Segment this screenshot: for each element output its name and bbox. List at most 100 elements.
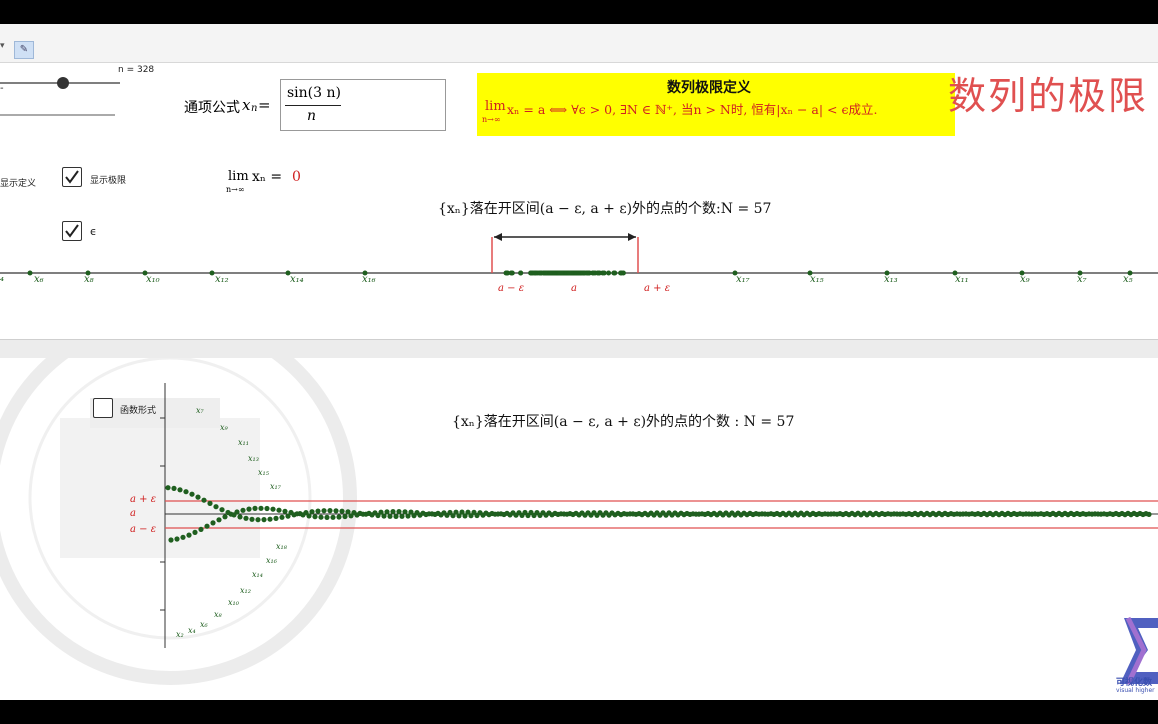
sequence-point (396, 509, 402, 515)
sequence-point (339, 508, 345, 514)
sequence-point (336, 514, 342, 520)
fraction-bar (285, 105, 341, 106)
definition-body: xₙ = a ⟺ ∀ϵ > 0, ∃N ∈ ℕ⁺, 当n > N时, 恒有|xₙ… (507, 102, 878, 117)
number-line-label: x₁₇ (736, 274, 750, 285)
sequence-point (306, 513, 312, 519)
number-line-label: x₇ (1077, 274, 1087, 285)
toolbar: ▾ ✎ (0, 24, 1158, 63)
sequence-point (168, 537, 174, 543)
sequence-point (261, 517, 267, 523)
sequence-plot[interactable] (0, 358, 1158, 700)
graph-point-label: x₈ (214, 610, 222, 619)
number-line-point (509, 270, 515, 276)
sequence-point (195, 494, 201, 500)
graph-point-label: x₁₅ (258, 468, 269, 477)
sequence-point (1146, 511, 1152, 517)
sequence-point (201, 497, 207, 503)
graph-a-plus-label: a + ε (130, 494, 157, 505)
number-line-label: x₁₁ (955, 274, 969, 285)
nl-a-label: a (571, 283, 577, 294)
sequence-point (342, 513, 348, 520)
sequence-point (177, 487, 183, 493)
sequence-point (189, 491, 195, 497)
sequence-point (204, 523, 210, 529)
sequence-point (387, 513, 393, 519)
pin-icon[interactable]: ✎ (14, 41, 34, 59)
view-splitter[interactable] (0, 339, 1158, 359)
number-line-label: x₁₅ (810, 274, 824, 285)
sequence-point (384, 509, 390, 515)
formula-input[interactable]: sin(3 n) n (280, 79, 446, 131)
show-limit-checkbox[interactable] (62, 167, 82, 187)
number-line-label: x₁₃ (884, 274, 898, 285)
sequence-point (327, 508, 333, 514)
sequence-point (270, 506, 276, 512)
number-line-label: x₁₀ (146, 274, 160, 285)
sequence-point (309, 509, 315, 515)
sequence-point (183, 489, 189, 495)
graph-point-label: x₂ (176, 630, 184, 639)
graph-point-label: x₁₃ (248, 454, 259, 463)
sequence-points (165, 485, 1152, 543)
graphics-view-1[interactable]: n = 328 - 通项公式 x n = sin(3 n) n 数列极限定义 l… (0, 63, 1158, 339)
sequence-point (192, 529, 198, 535)
show-def-label: 显示定义 (0, 179, 37, 189)
number-line-label: x₁₆ (362, 274, 376, 285)
sequence-point (267, 516, 273, 522)
sequence-point (186, 532, 192, 538)
sequence-point (243, 515, 249, 521)
menu-dropdown-icon[interactable]: ▾ (0, 41, 10, 57)
limit-expr: xₙ = (252, 169, 283, 185)
number-line-label: x₅ (1123, 274, 1133, 285)
graph-point-label: x₁₂ (240, 586, 251, 595)
graph-point-label: x₉ (220, 423, 228, 432)
definition-lim: lim (485, 99, 506, 114)
sequence-point (276, 507, 282, 513)
graphics-view-2[interactable]: 函数形式 {xₙ}落在开区间(a − ε, a + ε)外的点的个数 : N =… (0, 358, 1158, 700)
sequence-point (333, 508, 339, 514)
sequence-point (165, 485, 171, 491)
sequence-point (210, 520, 216, 526)
definition-lim-sub: n→∞ (482, 115, 501, 124)
formula-sub: n (251, 103, 258, 114)
graph-point-label: x₆ (200, 620, 208, 629)
sequence-point (402, 509, 408, 515)
geogebra-window: ▾ ✎ n = 328 - 通项公式 x n = sin(3 n) n 数列极限… (0, 24, 1158, 700)
sequence-point (390, 509, 396, 515)
number-line-point (595, 270, 601, 276)
number-line-point (209, 270, 215, 276)
number-line-label: x₈ (84, 274, 94, 285)
number-line-label: x₆ (34, 274, 44, 285)
bottom-letterbox (0, 700, 1158, 724)
sequence-point (399, 513, 405, 519)
graph-point-label: x₁₈ (276, 542, 287, 551)
sequence-point (252, 505, 258, 511)
graph-a-minus-label: a − ε (130, 524, 157, 535)
sequence-point (216, 517, 222, 523)
definition-box: 数列极限定义 lim n→∞ xₙ = a ⟺ ∀ϵ > 0, ∃N ∈ ℕ⁺,… (477, 73, 955, 136)
number-line-point (566, 270, 572, 276)
sequence-point (240, 507, 246, 513)
slider-handle (57, 77, 69, 89)
graph-a-label: a (130, 508, 136, 519)
sequence-point (249, 516, 255, 522)
show-limit-label: 显示极限 (90, 176, 127, 186)
graph-point-label: x₁₁ (238, 438, 249, 447)
number-line[interactable] (0, 223, 1158, 303)
formula-prefix: 通项公式 (184, 100, 240, 116)
graph-point-label: x₁₆ (266, 556, 277, 565)
sequence-point (207, 500, 213, 506)
number-line-label: x₉ (1020, 274, 1030, 285)
n-slider[interactable] (0, 73, 130, 123)
sequence-point (273, 515, 279, 521)
number-line-point (27, 270, 33, 276)
formula-denominator: n (307, 108, 317, 124)
sequence-point (381, 513, 387, 519)
limit-value: 0 (292, 169, 301, 185)
sequence-point (180, 534, 186, 540)
graph-point-label: x₁₄ (252, 570, 263, 579)
sequence-point (222, 514, 228, 520)
sequence-point (213, 504, 219, 510)
sequence-point (282, 508, 288, 514)
sequence-point (219, 507, 225, 513)
